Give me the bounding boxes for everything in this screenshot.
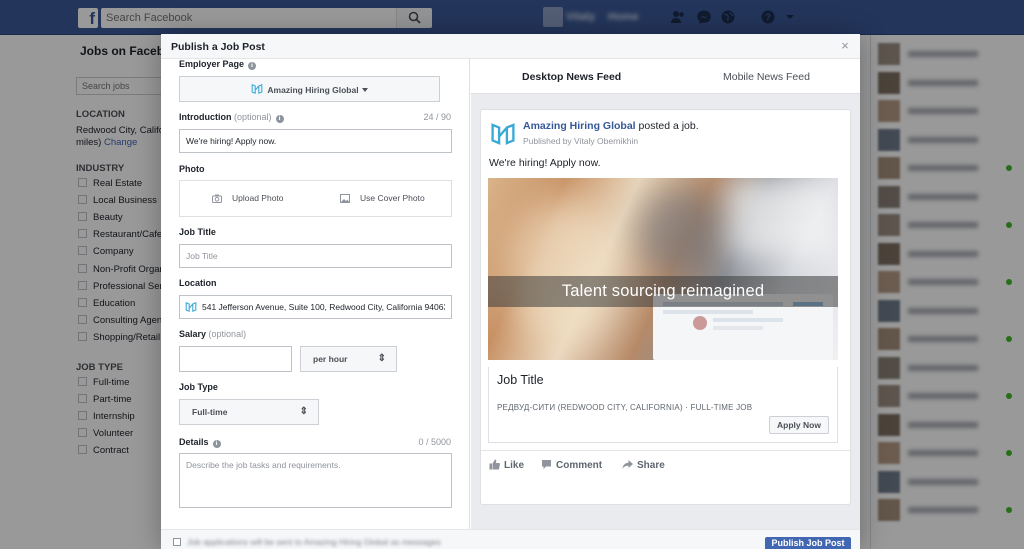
tab-mobile-news-feed[interactable]: Mobile News Feed (723, 71, 810, 83)
photo-options: Upload Photo Use Cover Photo (179, 180, 452, 217)
preview-job-title: Job Title (497, 373, 544, 387)
post-preview-pane: Desktop News Feed Mobile News Feed Amazi… (471, 59, 860, 529)
close-icon[interactable]: × (838, 39, 852, 53)
location-input[interactable] (180, 296, 451, 318)
details-counter: 0 / 5000 (418, 437, 451, 447)
news-feed-post-preview: Amazing Hiring Global posted a job. Publ… (480, 109, 852, 505)
details-field[interactable] (179, 453, 452, 508)
cover-banner-text: Talent sourcing reimagined (488, 276, 838, 307)
job-title-field[interactable] (179, 244, 452, 268)
photo-label: Photo (179, 164, 205, 174)
up-down-arrows-icon: ⇕ (299, 406, 308, 417)
employer-page-value: Amazing Hiring Global (267, 85, 359, 95)
location-label: Location (179, 278, 217, 288)
post-intro-text: We're hiring! Apply now. (489, 157, 601, 169)
tab-desktop-news-feed[interactable]: Desktop News Feed (522, 71, 621, 83)
preview-tabs: Desktop News Feed Mobile News Feed (471, 59, 860, 94)
caret-down-icon (361, 88, 368, 92)
share-arrow-icon (622, 460, 633, 469)
details-textarea[interactable] (180, 454, 451, 507)
camera-icon (212, 194, 222, 203)
preview-job-meta: РЕДВУД-СИТИ (REDWOOD CITY, CALIFORNIA) ·… (497, 403, 753, 412)
messages-checkbox[interactable] (173, 538, 181, 546)
employer-page-select[interactable]: Amazing Hiring Global (179, 76, 440, 102)
thumbs-up-icon (489, 459, 500, 470)
page-name-link[interactable]: Amazing Hiring Global (523, 120, 636, 132)
cover-photo: Talent sourcing reimagined (488, 178, 838, 360)
salary-period-select[interactable]: per hour ⇕ (300, 346, 397, 372)
apply-now-button[interactable]: Apply Now (769, 416, 829, 434)
amazing-hiring-logo-icon (185, 302, 197, 312)
amazing-hiring-logo-icon (252, 84, 263, 94)
salary-field[interactable] (179, 346, 292, 372)
like-button[interactable]: Like (489, 459, 524, 471)
introduction-label: Introduction (optional) i (179, 112, 284, 123)
employer-page-label: Employer Page i (179, 59, 257, 70)
introduction-counter: 24 / 90 (423, 112, 451, 122)
location-field[interactable] (179, 295, 452, 319)
upload-photo-button[interactable]: Upload Photo (212, 193, 284, 203)
share-button[interactable]: Share (622, 459, 665, 471)
introduction-field[interactable] (179, 129, 452, 153)
comment-icon (542, 460, 551, 469)
details-label: Details i (179, 437, 221, 448)
introduction-input[interactable] (180, 130, 451, 152)
job-type-select[interactable]: Full-time ⇕ (179, 399, 319, 425)
job-title-input[interactable] (180, 245, 451, 267)
published-by: Published by Vitaly Obernikhin (523, 136, 639, 146)
salary-period-value: per hour (313, 354, 348, 364)
publish-job-post-button[interactable]: Publish Job Post (765, 537, 851, 549)
applications-notice: Job applications will be sent to Amazing… (187, 537, 441, 547)
job-post-form: Employer Page i Amazing Hiring Global Int… (161, 59, 470, 529)
dialog-footer: Job applications will be sent to Amazing… (161, 529, 860, 549)
amazing-hiring-logo-icon (491, 123, 515, 145)
comment-button[interactable]: Comment (541, 459, 602, 471)
job-type-value: Full-time (192, 407, 228, 417)
posted-text: posted a job. (638, 120, 699, 132)
publish-job-post-dialog: Publish a Job Post × Employer Page i Amaz… (161, 34, 860, 549)
info-icon[interactable]: i (212, 440, 221, 448)
salary-input[interactable] (180, 347, 291, 371)
dialog-title: Publish a Job Post (171, 41, 265, 53)
use-cover-photo-button[interactable]: Use Cover Photo (340, 193, 425, 203)
post-actions: Like Comment Share (481, 450, 852, 480)
info-icon[interactable]: i (248, 62, 257, 70)
up-down-arrows-icon: ⇕ (377, 353, 386, 364)
salary-label: Salary (optional) (179, 329, 247, 339)
job-title-label: Job Title (179, 227, 216, 237)
post-header: Amazing Hiring Global posted a job. (523, 120, 699, 132)
image-icon (340, 194, 350, 203)
dialog-header: Publish a Job Post × (161, 34, 860, 59)
job-type-label: Job Type (179, 382, 218, 392)
info-icon[interactable]: i (275, 115, 284, 123)
